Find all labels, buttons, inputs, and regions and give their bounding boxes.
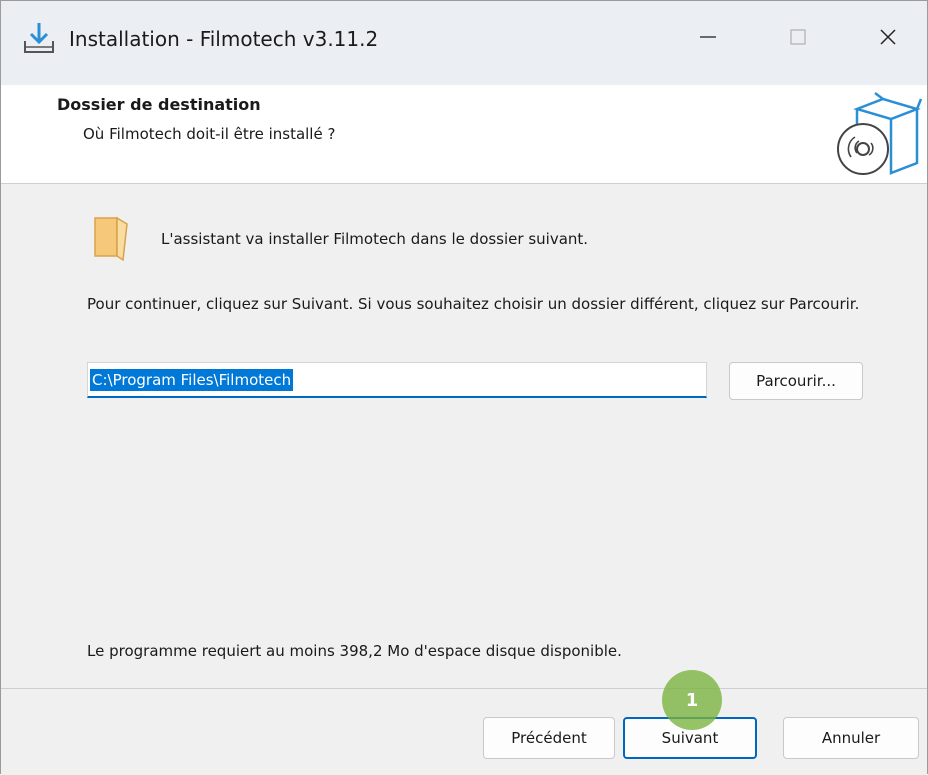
install-path-value: C:\Program Files\Filmotech — [90, 369, 294, 391]
close-icon — [878, 27, 898, 51]
step-number-badge: 1 — [662, 670, 722, 730]
folder-icon — [91, 212, 131, 262]
wizard-footer: Précédent Suivant Annuler — [1, 688, 927, 775]
maximize-button[interactable] — [771, 15, 825, 63]
download-install-icon — [19, 19, 59, 59]
title-bar[interactable]: Installation - Filmotech v3.11.2 — [1, 1, 927, 85]
wizard-content: L'assistant va installer Filmotech dans … — [1, 184, 927, 688]
software-box-disc-icon — [827, 91, 923, 179]
instructions-text: Pour continuer, cliquez sur Suivant. Si … — [87, 295, 860, 313]
disk-space-text: Le programme requiert au moins 398,2 Mo … — [87, 642, 622, 660]
intro-text: L'assistant va installer Filmotech dans … — [161, 230, 589, 248]
page-subtitle: Où Filmotech doit-il être installé ? — [83, 125, 336, 143]
wizard-header: Dossier de destination Où Filmotech doit… — [1, 85, 927, 184]
browse-button[interactable]: Parcourir... — [729, 362, 863, 400]
window-title: Installation - Filmotech v3.11.2 — [69, 27, 379, 51]
minimize-icon — [698, 27, 718, 51]
minimize-button[interactable] — [681, 15, 735, 63]
page-title: Dossier de destination — [57, 95, 261, 114]
maximize-icon — [788, 27, 808, 51]
previous-button[interactable]: Précédent — [483, 717, 615, 759]
installer-window: Installation - Filmotech v3.11.2 Dossier… — [0, 0, 928, 775]
cancel-button[interactable]: Annuler — [783, 717, 919, 759]
close-button[interactable] — [861, 15, 915, 63]
install-path-field[interactable]: C:\Program Files\Filmotech — [87, 362, 707, 398]
